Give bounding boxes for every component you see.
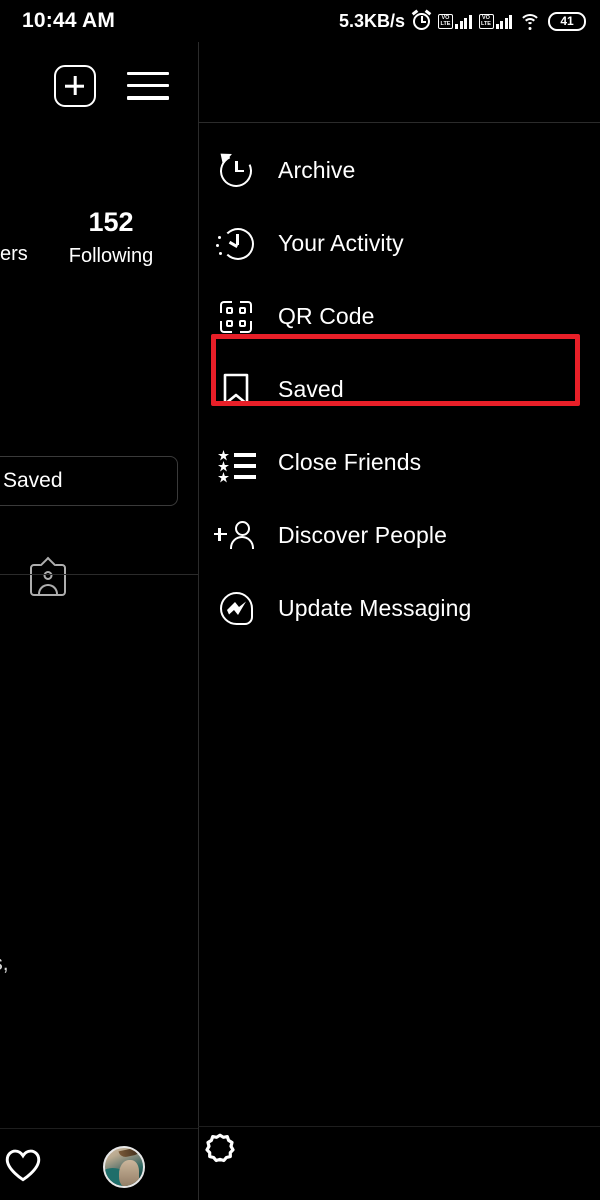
profile-tabs-divider <box>0 574 198 575</box>
menu-item-discover-people[interactable]: Discover People <box>198 499 600 572</box>
menu-item-label: QR Code <box>278 303 375 329</box>
qr-code-icon <box>214 295 258 339</box>
volte-badge-bottom: LTE <box>440 20 451 27</box>
close-friends-star-list-icon <box>214 441 258 485</box>
bio-line-1: videos, <box>0 952 9 975</box>
saved-button[interactable]: Saved <box>0 456 178 506</box>
menu-item-archive[interactable]: Archive <box>198 134 600 207</box>
menu-item-your-activity[interactable]: Your Activity <box>198 207 600 280</box>
tagged-photos-icon[interactable] <box>30 556 66 596</box>
menu-item-label: Close Friends <box>278 449 422 475</box>
battery-indicator: 41 <box>548 11 586 31</box>
followers-stat-cut[interactable]: ers <box>0 243 28 266</box>
signal-bars-sim2 <box>495 13 512 29</box>
bio-line-2: file. <box>0 980 198 1013</box>
menu-item-label: Your Activity <box>278 230 404 256</box>
profile-panel: ers 152 Following Saved videos, file. vi… <box>0 42 198 1200</box>
sim2-signal-indicator: VO LTE <box>478 13 512 29</box>
menu-item-saved[interactable]: Saved <box>198 353 600 426</box>
activity-clock-icon <box>214 222 258 266</box>
profile-top-bar <box>0 58 198 118</box>
sim1-signal-indicator: VO LTE <box>438 13 472 29</box>
add-post-icon[interactable] <box>54 65 96 107</box>
volte-badge-sim1: VO LTE <box>438 14 453 29</box>
phone-screen: 10:44 AM 5.3KB/s VO LTE VO LTE 41 ers 15… <box>0 0 600 1200</box>
menu-item-label: Update Messaging <box>278 595 472 621</box>
battery-level-label: 41 <box>560 14 574 28</box>
menu-item-qr-code[interactable]: QR Code <box>198 280 600 353</box>
status-bar-time: 10:44 AM <box>22 9 116 32</box>
messenger-icon <box>214 587 258 631</box>
signal-bars-sim1 <box>455 13 472 29</box>
volte-badge-sim2: VO LTE <box>478 14 494 29</box>
menu-item-update-messaging[interactable]: Update Messaging <box>198 572 600 645</box>
heart-icon[interactable] <box>4 1148 42 1182</box>
wifi-icon <box>519 13 541 30</box>
status-bar: 10:44 AM 5.3KB/s VO LTE VO LTE 41 <box>0 0 600 42</box>
side-menu-list: Archive Your Activity QR Code Saved Clos… <box>198 134 600 645</box>
volte-badge-bottom: LTE <box>481 20 491 27</box>
saved-button-label: Saved <box>3 469 63 492</box>
status-bar-icons: 5.3KB/s VO LTE VO LTE 41 <box>338 8 586 32</box>
profile-avatar[interactable] <box>103 1146 145 1188</box>
network-speed-label: 5.3KB/s <box>338 10 405 31</box>
bio-link[interactable]: video <box>0 1031 198 1064</box>
panel-top-divider <box>198 122 600 123</box>
following-stat[interactable]: 152 Following <box>63 207 159 271</box>
menu-item-label: Archive <box>278 157 356 183</box>
alarm-clock-icon <box>411 8 432 31</box>
hamburger-menu-icon[interactable] <box>127 72 169 102</box>
archive-clock-icon <box>214 147 258 193</box>
bookmark-icon <box>214 368 258 412</box>
bottom-navigation-bar <box>0 1128 198 1200</box>
menu-item-settings[interactable]: Settings <box>198 1127 600 1200</box>
profile-bio: videos, file. video <box>0 947 198 1064</box>
bottom-bar-divider <box>0 1128 198 1129</box>
menu-item-label: Discover People <box>278 522 447 548</box>
following-label: Following <box>68 245 154 267</box>
menu-item-label: Saved <box>278 376 344 402</box>
following-count: 152 <box>88 207 134 237</box>
side-menu-panel: Archive Your Activity QR Code Saved Clos… <box>198 42 600 1200</box>
menu-item-close-friends[interactable]: Close Friends <box>198 426 600 499</box>
add-person-icon <box>214 514 258 558</box>
